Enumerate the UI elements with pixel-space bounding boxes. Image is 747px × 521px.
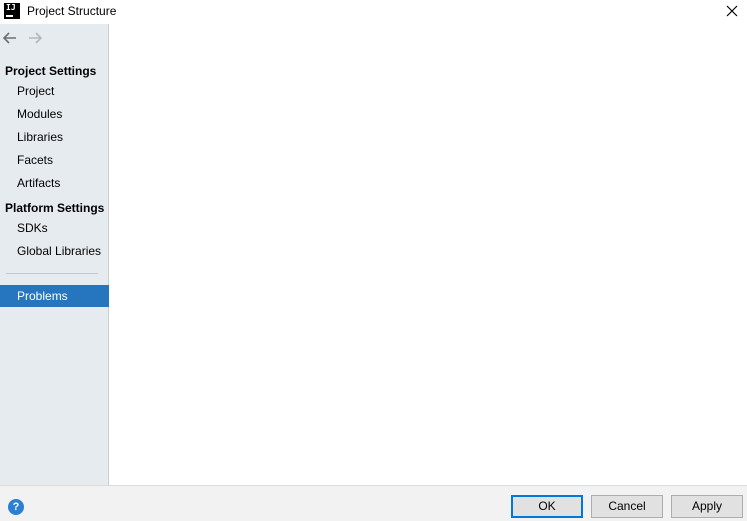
cancel-button[interactable]: Cancel bbox=[591, 495, 663, 518]
sidebar-item-facets[interactable]: Facets bbox=[0, 149, 109, 171]
project-settings-header: Project Settings bbox=[5, 64, 97, 78]
platform-settings-header: Platform Settings bbox=[5, 201, 105, 215]
sidebar: Project Settings Project Modules Librari… bbox=[0, 24, 109, 485]
apply-button[interactable]: Apply bbox=[671, 495, 743, 518]
ok-button[interactable]: OK bbox=[511, 495, 583, 518]
sidebar-item-artifacts[interactable]: Artifacts bbox=[0, 172, 109, 194]
sidebar-divider bbox=[6, 273, 98, 274]
content-panel bbox=[110, 24, 747, 485]
sidebar-item-global-libraries[interactable]: Global Libraries bbox=[0, 240, 109, 262]
arrow-right-icon bbox=[29, 32, 43, 44]
close-icon bbox=[726, 5, 738, 17]
nav-arrows bbox=[0, 24, 109, 52]
title-bar: IJ Project Structure bbox=[0, 0, 747, 24]
app-icon-text: IJ bbox=[6, 3, 16, 12]
sidebar-item-modules[interactable]: Modules bbox=[0, 103, 109, 125]
close-button[interactable] bbox=[717, 0, 747, 24]
window-title: Project Structure bbox=[27, 4, 117, 18]
help-icon[interactable]: ? bbox=[8, 499, 24, 515]
sidebar-item-project[interactable]: Project bbox=[0, 80, 109, 102]
sidebar-item-sdks[interactable]: SDKs bbox=[0, 217, 109, 239]
back-button[interactable] bbox=[2, 31, 20, 45]
sidebar-item-problems[interactable]: Problems bbox=[0, 285, 109, 307]
intellij-icon: IJ bbox=[4, 3, 20, 19]
dialog-footer: ? OK Cancel Apply bbox=[0, 485, 747, 521]
forward-button[interactable] bbox=[27, 31, 45, 45]
arrow-left-icon bbox=[2, 32, 16, 44]
sidebar-item-libraries[interactable]: Libraries bbox=[0, 126, 109, 148]
